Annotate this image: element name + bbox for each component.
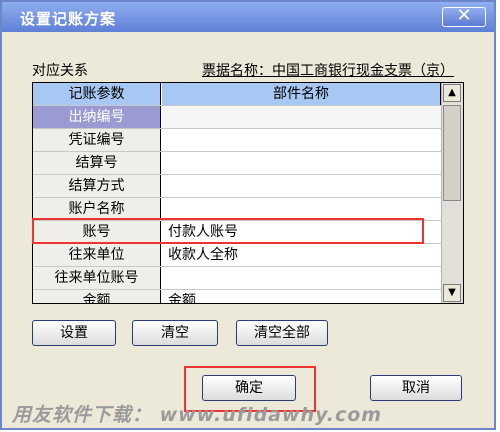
table-row[interactable]: 金额 金额	[33, 290, 441, 303]
row-param[interactable]: 凭证编号	[33, 129, 161, 151]
table-header-row: 记账参数 部件名称	[33, 83, 441, 106]
scroll-up-button[interactable]: ▲	[443, 84, 461, 102]
close-icon: ✕	[456, 5, 472, 26]
table-row[interactable]: 出纳编号	[33, 106, 441, 129]
row-part-name[interactable]: 收款人全称	[162, 244, 441, 266]
highlight-box-account-row	[32, 218, 424, 244]
clear-button[interactable]: 清空	[132, 320, 218, 346]
row-param[interactable]: 结算号	[33, 152, 161, 174]
row-param[interactable]: 出纳编号	[33, 106, 161, 128]
settings-dialog: 设置记账方案 ✕ 对应关系 票据名称：中国工商银行现金支票（京） 记账参数 部件…	[0, 0, 496, 430]
scroll-thumb[interactable]	[443, 105, 461, 201]
row-param[interactable]: 往来单位账号	[33, 267, 161, 289]
title-bar: 设置记账方案 ✕	[2, 2, 494, 32]
vertical-scrollbar[interactable]: ▲ ▼	[441, 83, 463, 303]
row-param[interactable]: 往来单位	[33, 244, 161, 266]
ok-button[interactable]: 确定	[202, 375, 296, 401]
scroll-down-button[interactable]: ▼	[443, 284, 461, 302]
bill-name-label: 票据名称：中国工商银行现金支票（京）	[202, 63, 454, 79]
arrow-down-icon: ▼	[448, 287, 456, 298]
row-part-name[interactable]	[162, 152, 441, 174]
row-part-name[interactable]: 金额	[162, 290, 441, 303]
row-part-name[interactable]	[162, 198, 441, 220]
table-row[interactable]: 往来单位 收款人全称	[33, 244, 441, 267]
mapping-label: 对应关系	[32, 63, 88, 79]
table-row[interactable]: 凭证编号	[33, 129, 441, 152]
close-button[interactable]: ✕	[442, 7, 486, 27]
row-part-name[interactable]	[162, 267, 441, 289]
row-param[interactable]: 账户名称	[33, 198, 161, 220]
row-part-name[interactable]	[162, 175, 441, 197]
row-part-name[interactable]	[162, 129, 441, 151]
set-button[interactable]: 设置	[32, 320, 116, 346]
table-row[interactable]: 往来单位账号	[33, 267, 441, 290]
row-param[interactable]: 结算方式	[33, 175, 161, 197]
dialog-title: 设置记账方案	[20, 10, 117, 28]
header-param: 记账参数	[33, 83, 161, 105]
cancel-button[interactable]: 取消	[370, 375, 462, 401]
row-param[interactable]: 金额	[33, 290, 161, 303]
table-row[interactable]: 结算号	[33, 152, 441, 175]
table-row[interactable]: 结算方式	[33, 175, 441, 198]
watermark: 用友软件下载： www.ufidawhy.com	[12, 404, 383, 426]
clear-all-button[interactable]: 清空全部	[236, 320, 328, 346]
arrow-up-icon: ▲	[448, 87, 456, 98]
header-part-name: 部件名称	[162, 83, 441, 105]
row-part-name[interactable]	[162, 106, 441, 128]
mapping-table[interactable]: 记账参数 部件名称 出纳编号 凭证编号 结算号 结算方式 账户名称 账号 付款人…	[32, 82, 464, 304]
